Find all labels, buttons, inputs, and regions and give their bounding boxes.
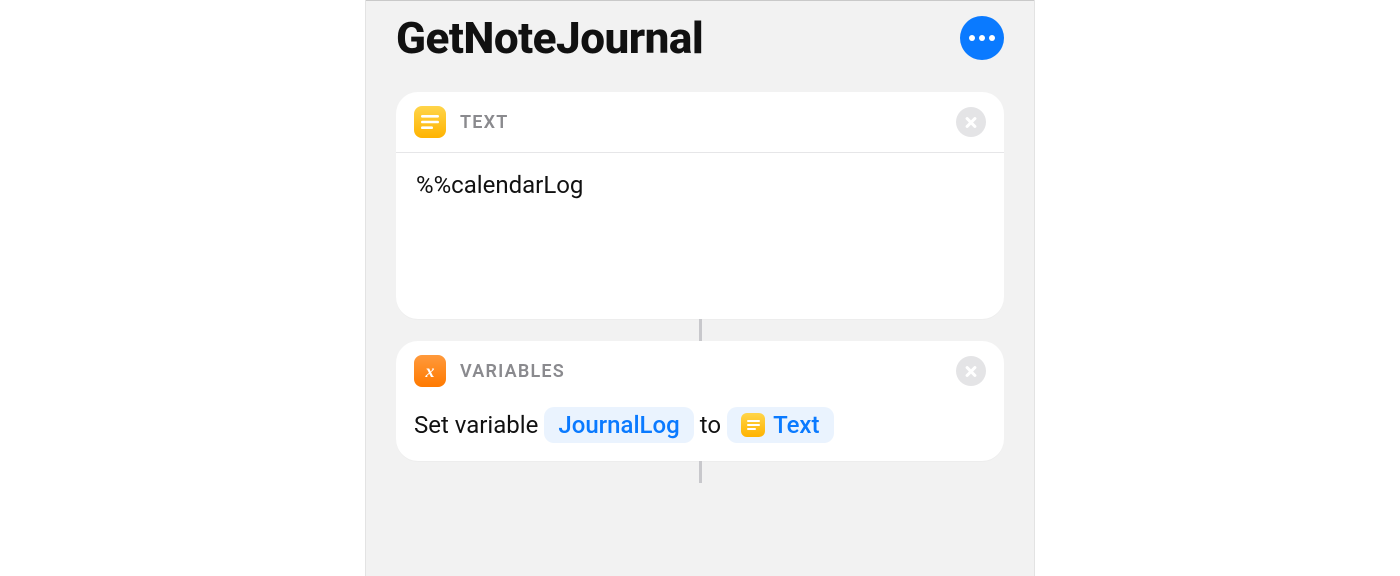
text-lines-icon: [741, 413, 765, 437]
flow-connector: [699, 319, 702, 341]
shortcut-title: GetNoteJournal: [396, 12, 703, 64]
action-type-label: VARIABLES: [460, 361, 565, 382]
text-action-content[interactable]: %%calendarLog: [396, 153, 1004, 319]
action-type-label: TEXT: [460, 112, 508, 133]
more-menu-button[interactable]: [960, 16, 1004, 60]
shortcut-editor-canvas: GetNoteJournal TEXT: [0, 0, 1400, 576]
actions-flow: TEXT %%calendarLog x VARIABLES: [366, 92, 1034, 483]
action-card-set-variable[interactable]: x VARIABLES Set variable JournalLog to: [396, 341, 1004, 461]
shortcut-editor: GetNoteJournal TEXT: [365, 0, 1035, 576]
ellipsis-icon: [989, 35, 995, 41]
set-variable-middle: to: [700, 411, 721, 439]
variable-name-label: JournalLog: [558, 411, 679, 439]
action-card-header: x VARIABLES: [396, 341, 1004, 401]
set-variable-prefix: Set variable: [414, 411, 538, 439]
variable-x-icon: x: [414, 355, 446, 387]
variable-name-pill[interactable]: JournalLog: [544, 407, 693, 443]
flow-connector: [699, 461, 702, 483]
remove-action-button[interactable]: [956, 356, 986, 386]
variable-value-pill[interactable]: Text: [727, 407, 833, 443]
ellipsis-icon: [969, 35, 975, 41]
editor-header: GetNoteJournal: [366, 0, 1034, 92]
ellipsis-icon: [979, 35, 985, 41]
action-card-header: TEXT: [396, 92, 1004, 152]
remove-action-button[interactable]: [956, 107, 986, 137]
text-lines-icon: [414, 106, 446, 138]
set-variable-body: Set variable JournalLog to: [396, 401, 1004, 461]
variable-value-label: Text: [773, 411, 819, 439]
action-card-text[interactable]: TEXT %%calendarLog: [396, 92, 1004, 319]
